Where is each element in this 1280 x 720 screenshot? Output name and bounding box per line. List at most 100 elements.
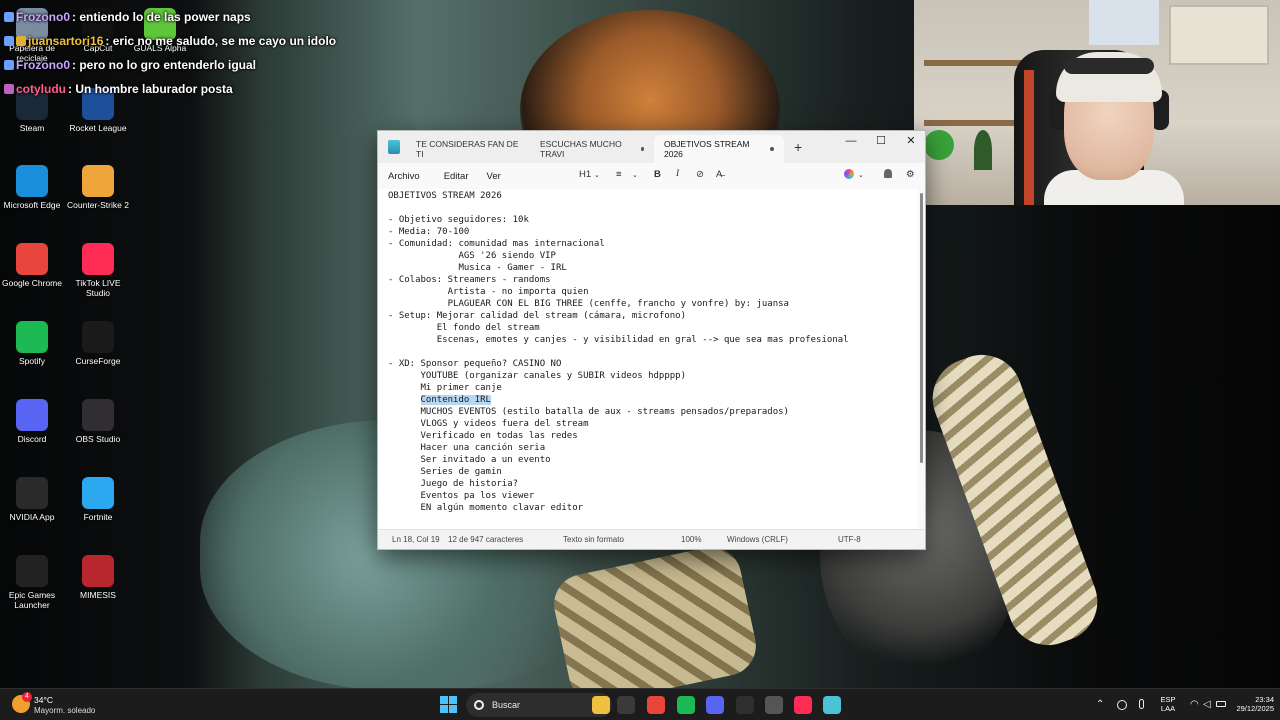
chrome-icon: [16, 243, 48, 275]
copilot-icon[interactable]: [844, 169, 854, 179]
desktop-icon-tiktok[interactable]: TikTok LIVE Studio: [63, 243, 133, 298]
tab-label: ESCUCHAS MUCHO TRAVI: [540, 139, 622, 159]
editor-line: MUCHOS EVENTOS (estilo batalla de aux - …: [388, 407, 789, 417]
keyboard-layout: LAA: [1160, 704, 1176, 713]
tiktok-icon[interactable]: [794, 696, 812, 714]
editor-line: Series de gamin: [388, 467, 502, 477]
character-count: 12 de 947 caracteres: [448, 535, 524, 544]
vertical-scrollbar[interactable]: [920, 193, 923, 463]
editor-line: YOUTUBE (organizar canales y SUBIR video…: [388, 371, 687, 381]
new-tab-plus-icon[interactable]: +: [794, 139, 802, 155]
editor-line: Artista - no importa quien: [388, 287, 589, 297]
weather-description[interactable]: Mayorm. soleado: [34, 706, 95, 715]
discord-icon: [16, 399, 48, 431]
clock[interactable]: 23:34 29/12/2025: [1224, 695, 1274, 713]
app-icon[interactable]: [617, 696, 635, 714]
show-hidden-icons-chevron-icon[interactable]: ⌃: [1096, 699, 1104, 710]
curseforge-icon: [82, 321, 114, 353]
start-button[interactable]: [440, 696, 457, 713]
discord-icon[interactable]: [706, 696, 724, 714]
clear-formatting-icon[interactable]: A̶: [716, 169, 722, 180]
obs-icon[interactable]: [736, 696, 754, 714]
chat-username: juansartori16: [28, 34, 104, 48]
chevron-down-icon[interactable]: ⌄: [594, 171, 600, 179]
text-editor[interactable]: OBJETIVOS STREAM 2026 - Objetivo seguidor…: [378, 189, 918, 531]
tab-te-consideras[interactable]: TE CONSIDERAS FAN DE TI: [406, 135, 530, 163]
menu-ver[interactable]: Ver: [487, 171, 501, 182]
desktop-icon-chrome[interactable]: Google Chrome: [0, 243, 67, 288]
spotify-icon[interactable]: [677, 696, 695, 714]
menu-bar: Archivo Editar Ver H1 ⌄ ≡ ⌄ B I ⊘ A̶ ⌄ ⚙: [378, 163, 925, 189]
clock-date: 29/12/2025: [1236, 704, 1274, 713]
file-explorer-icon[interactable]: [592, 696, 610, 714]
editor-line: - Objetivo seguidores: 10k: [388, 215, 529, 225]
status-bar: Ln 18, Col 19 12 de 947 caracteres Texto…: [378, 529, 925, 549]
desktop-icon-mimesis[interactable]: MIMESIS: [63, 555, 133, 600]
notepad-icon[interactable]: [823, 696, 841, 714]
capture-icon[interactable]: [765, 696, 783, 714]
desktop-icon-counter-strike[interactable]: Counter-Strike 2: [63, 165, 133, 210]
chat-badge-icon: [4, 84, 14, 94]
maximize-button[interactable]: ☐: [866, 133, 896, 153]
unsaved-dot-icon: [640, 147, 644, 151]
account-icon[interactable]: [884, 169, 892, 178]
language-code: ESP: [1160, 695, 1176, 704]
webcam-shelf: [924, 120, 1024, 126]
chat-message: Frozono0: pero no lo gro entenderlo igua…: [4, 53, 424, 77]
clock-time: 23:34: [1255, 695, 1274, 704]
tab-label: TE CONSIDERAS FAN DE TI: [416, 139, 519, 159]
chevron-down-icon[interactable]: ⌄: [858, 171, 864, 179]
spotify-icon: [16, 321, 48, 353]
desktop-icon-nvidia[interactable]: NVIDIA App: [0, 477, 67, 522]
selected-text: Contenido IRL: [420, 395, 491, 405]
desktop-icon-epic-games[interactable]: Epic Games Launcher: [0, 555, 67, 610]
desktop-icon-edge[interactable]: Microsoft Edge: [0, 165, 67, 210]
weather-temperature[interactable]: 34°C: [34, 695, 53, 705]
wifi-icon[interactable]: ◠: [1190, 699, 1199, 710]
desktop-icon-spotify[interactable]: Spotify: [0, 321, 67, 366]
desktop-icon-label: OBS Studio: [75, 434, 121, 444]
chevron-down-icon[interactable]: ⌄: [632, 171, 638, 179]
search-box[interactable]: Buscar: [466, 693, 612, 717]
list-icon[interactable]: ≡: [616, 169, 622, 180]
encoding: UTF-8: [838, 535, 861, 544]
notification-badge: 4: [22, 692, 32, 702]
edge-icon: [16, 165, 48, 197]
cursor-position: Ln 18, Col 19: [392, 535, 440, 544]
heading-dropdown[interactable]: H1: [579, 169, 591, 180]
desktop-icon-label: Spotify: [19, 356, 45, 366]
tab-escuchas[interactable]: ESCUCHAS MUCHO TRAVI: [530, 135, 654, 163]
desktop-icon-fortnite[interactable]: Fortnite: [63, 477, 133, 522]
volume-icon[interactable]: ◁: [1203, 699, 1211, 710]
menu-editar[interactable]: Editar: [444, 171, 469, 182]
webcam-chair-stripe: [1024, 70, 1034, 205]
chat-badge-icon: [16, 36, 26, 46]
desktop-icon-obs[interactable]: OBS Studio: [63, 399, 133, 444]
editor-line: Hacer una canción seria: [388, 443, 546, 453]
mimesis-icon: [82, 555, 114, 587]
webcam-toy: [924, 130, 954, 160]
tab-objetivos[interactable]: OBJETIVOS STREAM 2026: [654, 135, 784, 163]
nvidia-icon: [16, 477, 48, 509]
microphone-icon[interactable]: [1139, 699, 1144, 709]
language-indicator[interactable]: ESP LAA: [1158, 695, 1178, 713]
link-icon[interactable]: ⊘: [696, 169, 704, 180]
chrome-icon[interactable]: [647, 696, 665, 714]
title-bar: TE CONSIDERAS FAN DE TI ESCUCHAS MUCHO T…: [378, 131, 925, 163]
zoom-level[interactable]: 100%: [681, 535, 701, 544]
editor-line: - Setup: Mejorar calidad del stream (cám…: [388, 311, 687, 321]
network-icon[interactable]: [1117, 700, 1127, 710]
menu-archivo[interactable]: Archivo: [388, 171, 420, 182]
editor-line: - Colabos: Streamers - randoms: [388, 275, 551, 285]
settings-gear-icon[interactable]: ⚙: [906, 169, 915, 180]
windows-logo-pane: [440, 696, 448, 704]
desktop-icon-curseforge[interactable]: CurseForge: [63, 321, 133, 366]
fortnite-icon: [82, 477, 114, 509]
bold-button[interactable]: B: [654, 169, 661, 180]
desktop-icon-discord[interactable]: Discord: [0, 399, 67, 444]
minimize-button[interactable]: —: [836, 133, 866, 153]
italic-button[interactable]: I: [676, 169, 679, 179]
close-button[interactable]: ✕: [896, 133, 925, 153]
desktop-icon-label: Epic Games Launcher: [8, 590, 56, 610]
